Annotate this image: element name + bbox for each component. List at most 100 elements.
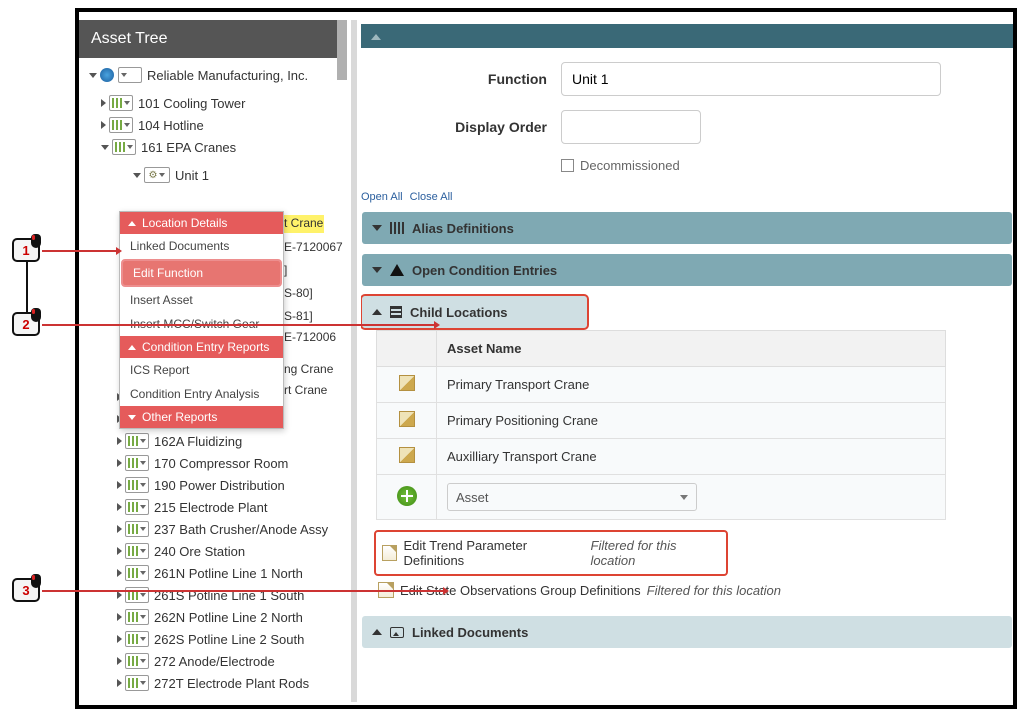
edit-trend-link[interactable]: Edit Trend Parameter Definitions Filtere… xyxy=(376,532,726,574)
caret-right-icon[interactable] xyxy=(101,121,106,129)
caret-right-icon[interactable] xyxy=(117,679,122,687)
edit-icon[interactable] xyxy=(399,375,415,391)
tree-node-unit[interactable]: ⚙ Unit 1 xyxy=(79,164,347,186)
ctx-item-edit-function[interactable]: Edit Function xyxy=(123,261,280,285)
chevron-up-icon xyxy=(128,345,136,350)
ctx-item-condition-analysis[interactable]: Condition Entry Analysis xyxy=(120,382,283,406)
accordion-title: Alias Definitions xyxy=(412,221,514,236)
edit-icon[interactable] xyxy=(399,411,415,427)
obscured-text: ] xyxy=(284,263,287,277)
open-all-link[interactable]: Open All xyxy=(361,191,403,203)
tree-node[interactable]: 272 Anode/Electrode xyxy=(79,650,347,672)
add-icon[interactable] xyxy=(397,486,417,506)
accordion-header-linked-docs[interactable]: Linked Documents xyxy=(362,616,1012,648)
node-menu-icon[interactable] xyxy=(125,543,149,559)
accordion-child-locations: Child Locations Asset Name Primary Trans… xyxy=(361,295,1013,605)
ctx-section-location-details[interactable]: Location Details xyxy=(120,212,283,234)
obscured-text: S-81] xyxy=(284,309,313,323)
node-menu-icon[interactable] xyxy=(125,675,149,691)
accordion-header-open-condition[interactable]: Open Condition Entries xyxy=(362,254,1012,286)
accordion-open-condition: Open Condition Entries xyxy=(361,253,1013,287)
decommissioned-checkbox[interactable] xyxy=(561,159,574,172)
node-menu-icon[interactable] xyxy=(125,433,149,449)
tree-node[interactable]: 215 Electrode Plant xyxy=(79,496,347,518)
sidebar-scrollbar[interactable] xyxy=(337,20,347,58)
split-divider[interactable] xyxy=(351,20,357,702)
function-input[interactable] xyxy=(561,62,941,96)
display-order-input[interactable] xyxy=(561,110,701,144)
caret-right-icon[interactable] xyxy=(117,437,122,445)
link-suffix: Filtered for this location xyxy=(591,538,721,568)
caret-right-icon[interactable] xyxy=(117,459,122,467)
tree-node[interactable]: 240 Ore Station xyxy=(79,540,347,562)
node-menu-icon[interactable] xyxy=(125,653,149,669)
node-menu-icon[interactable] xyxy=(109,117,133,133)
caret-down-icon[interactable] xyxy=(101,145,109,150)
node-menu-icon[interactable] xyxy=(118,67,142,83)
tree-node[interactable]: 104 Hotline xyxy=(79,114,347,136)
caret-right-icon[interactable] xyxy=(101,99,106,107)
select-value: Asset xyxy=(456,490,489,505)
caret-right-icon[interactable] xyxy=(117,503,122,511)
node-menu-icon[interactable] xyxy=(109,95,133,111)
node-menu-icon[interactable] xyxy=(125,477,149,493)
node-menu-icon[interactable] xyxy=(112,139,136,155)
tree-node[interactable]: 170 Compressor Room xyxy=(79,452,347,474)
accordion-header-alias[interactable]: Alias Definitions xyxy=(362,212,1012,244)
node-menu-icon[interactable] xyxy=(125,455,149,471)
node-menu-icon[interactable] xyxy=(125,565,149,581)
section-header-location-info[interactable] xyxy=(361,24,1013,48)
globe-icon xyxy=(100,68,114,82)
caret-right-icon[interactable] xyxy=(117,613,122,621)
cell-asset-name: Primary Transport Crane xyxy=(437,367,946,403)
ctx-section-condition-reports[interactable]: Condition Entry Reports xyxy=(120,336,283,358)
edit-state-link[interactable]: Edit State Observations Group Definition… xyxy=(376,576,1012,604)
tree-node[interactable]: 261S Potline Line 1 South xyxy=(79,584,347,606)
caret-right-icon[interactable] xyxy=(117,525,122,533)
ctx-section-other-reports[interactable]: Other Reports xyxy=(120,406,283,428)
child-locations-table: Asset Name Primary Transport Crane Prima… xyxy=(376,330,946,520)
tree-node[interactable]: 237 Bath Crusher/Anode Assy xyxy=(79,518,347,540)
ctx-item-insert-asset[interactable]: Insert Asset xyxy=(120,288,283,312)
gear-dropdown-icon[interactable]: ⚙ xyxy=(144,167,170,183)
callout-2-arrow xyxy=(42,324,438,326)
tree-node[interactable]: 262N Potline Line 2 North xyxy=(79,606,347,628)
caret-right-icon[interactable] xyxy=(117,591,122,599)
caret-down-icon[interactable] xyxy=(133,173,141,178)
tree-root[interactable]: Reliable Manufacturing, Inc. xyxy=(79,64,347,86)
node-menu-icon[interactable] xyxy=(125,521,149,537)
edit-icon[interactable] xyxy=(399,447,415,463)
caret-right-icon[interactable] xyxy=(117,547,122,555)
form-row-function: Function xyxy=(361,62,1013,96)
obscured-text: rt Crane xyxy=(284,383,327,397)
asset-type-select[interactable]: Asset xyxy=(447,483,697,511)
tree-root-label: Reliable Manufacturing, Inc. xyxy=(147,68,308,83)
tree-node[interactable]: 190 Power Distribution xyxy=(79,474,347,496)
tree-node[interactable]: 262S Potline Line 2 South xyxy=(79,628,347,650)
tree-node-expanded[interactable]: 161 EPA Cranes xyxy=(79,136,347,158)
image-icon xyxy=(390,627,404,638)
label-decommissioned: Decommissioned xyxy=(580,158,680,173)
tree-node-label: 190 Power Distribution xyxy=(154,478,285,493)
caret-down-icon[interactable] xyxy=(89,73,97,78)
ctx-item-linked-docs[interactable]: Linked Documents xyxy=(120,234,283,258)
ctx-item-ics-report[interactable]: ICS Report xyxy=(120,358,283,382)
tree-node[interactable]: 272T Electrode Plant Rods xyxy=(79,672,347,694)
tree-node-label: 215 Electrode Plant xyxy=(154,500,267,515)
node-menu-icon[interactable] xyxy=(125,631,149,647)
caret-right-icon[interactable] xyxy=(117,635,122,643)
sidebar: Asset Tree Reliable Manufacturing, Inc. … xyxy=(79,20,347,706)
chevron-down-icon xyxy=(372,225,382,231)
tree-node[interactable]: 101 Cooling Tower xyxy=(79,92,347,114)
table-row: Primary Transport Crane xyxy=(377,367,946,403)
node-menu-icon[interactable] xyxy=(125,499,149,515)
tree-node[interactable]: 162A Fluidizing xyxy=(79,430,347,452)
tree-node-label: 170 Compressor Room xyxy=(154,456,288,471)
tree-node-label: 262N Potline Line 2 North xyxy=(154,610,303,625)
caret-right-icon[interactable] xyxy=(117,569,122,577)
close-all-link[interactable]: Close All xyxy=(410,191,453,203)
caret-right-icon[interactable] xyxy=(117,481,122,489)
node-menu-icon[interactable] xyxy=(125,609,149,625)
tree-node[interactable]: 261N Potline Line 1 North xyxy=(79,562,347,584)
caret-right-icon[interactable] xyxy=(117,657,122,665)
